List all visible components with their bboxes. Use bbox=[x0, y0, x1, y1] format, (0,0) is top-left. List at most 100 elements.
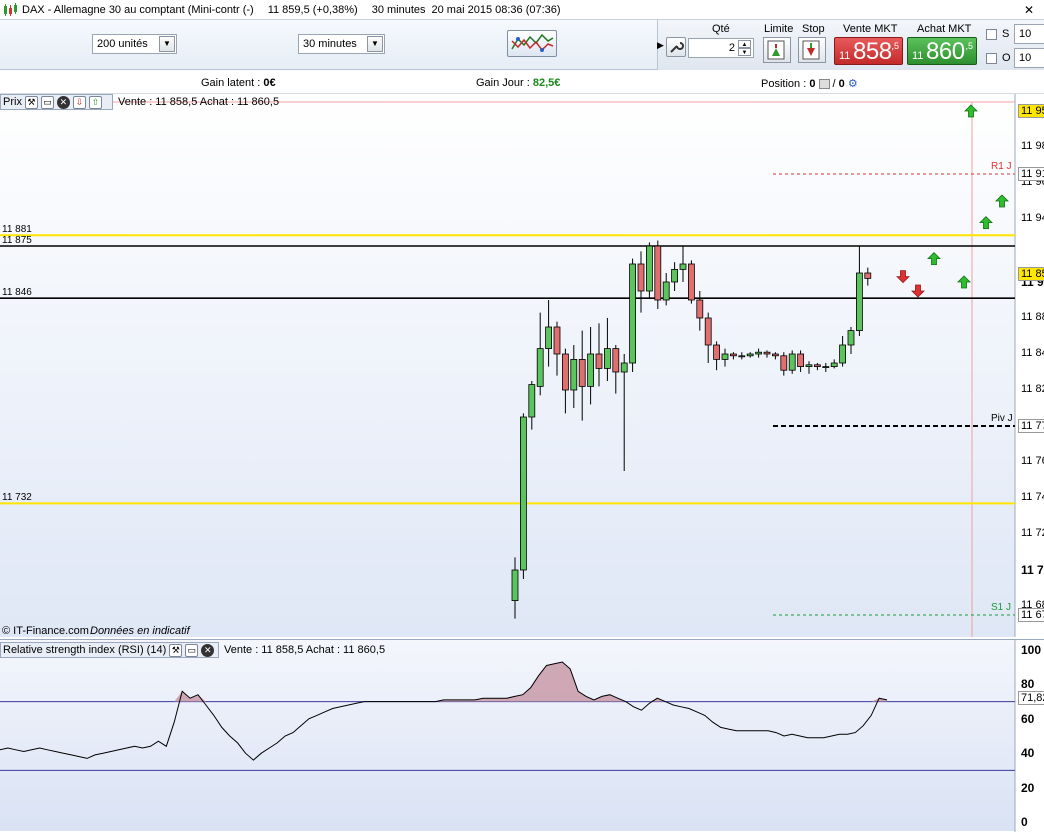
position-value-2: 0 bbox=[838, 78, 845, 90]
rsi-panel-header: Relative strength index (RSI) (14) ⚒ ▭ ✕ bbox=[0, 642, 219, 658]
o-input-value: 10 bbox=[1019, 52, 1032, 64]
chevron-down-icon[interactable]: ▼ bbox=[367, 36, 383, 52]
close-icon[interactable]: ✕ bbox=[201, 643, 215, 657]
settings-gear-icon[interactable]: ⚙ bbox=[848, 78, 858, 90]
close-icon[interactable]: ✕ bbox=[1022, 3, 1036, 17]
candle-body bbox=[587, 353, 594, 387]
interval-select[interactable]: 30 minutes ▼ bbox=[298, 34, 385, 54]
candle-body bbox=[570, 358, 578, 391]
chevron-up-icon[interactable]: ▲ bbox=[738, 40, 751, 48]
price-panel-quote: Vente : 11 858,5 Achat : 11 860,5 bbox=[118, 96, 280, 108]
rsi-chart[interactable]: Relative strength index (RSI) (14) ⚒ ▭ ✕… bbox=[0, 639, 1044, 832]
wrench-icon[interactable]: ⚒ bbox=[24, 95, 38, 109]
s-input[interactable]: 10 bbox=[1014, 24, 1044, 44]
sell-mkt-button[interactable]: 11 858 ,5 bbox=[834, 37, 903, 65]
chevron-down-icon[interactable]: ▼ bbox=[738, 48, 751, 56]
level-label: 11 875 bbox=[2, 235, 32, 246]
chevron-down-icon[interactable]: ▼ bbox=[159, 36, 175, 52]
candle-body bbox=[839, 344, 846, 364]
price-axis-label: 11 88 bbox=[1021, 311, 1044, 323]
candle-body bbox=[528, 384, 536, 418]
stop-label: Stop bbox=[802, 23, 825, 35]
candle-body bbox=[763, 351, 771, 355]
candle-body bbox=[788, 353, 796, 371]
indicator-chart-icon bbox=[511, 33, 554, 52]
rsi-line bbox=[0, 661, 888, 761]
qty-stepper[interactable]: 2 ▲ ▼ bbox=[688, 38, 754, 58]
candle-body bbox=[738, 355, 746, 358]
pivot-label: R1 J bbox=[991, 161, 1012, 172]
price-axis-label: 11 98 bbox=[1021, 140, 1044, 152]
level-label: 11 846 bbox=[2, 287, 32, 299]
buy-price-sup: ,5 bbox=[965, 41, 973, 51]
candle-body bbox=[797, 353, 804, 368]
s-checkbox[interactable] bbox=[986, 29, 997, 40]
price-tag: 11 67 bbox=[1018, 608, 1044, 622]
rsi-axis-label: 60 bbox=[1021, 711, 1035, 726]
price-tag: 11 85 bbox=[1018, 266, 1044, 281]
gain-jour: Gain Jour : 82,5€ bbox=[476, 77, 560, 89]
rsi-overbought-fill bbox=[0, 662, 887, 702]
sell-price-sup: ,5 bbox=[891, 41, 899, 51]
gain-jour-value: 82,5€ bbox=[532, 77, 561, 89]
play-icon[interactable]: ▶ bbox=[657, 40, 664, 51]
footer-brand: © IT-Finance.com bbox=[2, 625, 89, 637]
buy-price-big: 860 bbox=[926, 38, 965, 65]
units-select-value: 200 unités bbox=[97, 38, 148, 50]
position-chart-icon[interactable] bbox=[818, 79, 830, 90]
window-datetime: 20 mai 2015 08:36 (07:36) bbox=[431, 3, 561, 16]
units-select[interactable]: 200 unités ▼ bbox=[92, 34, 177, 54]
limit-order-button[interactable] bbox=[763, 37, 791, 63]
buy-mkt-button[interactable]: 11 860 ,5 bbox=[907, 37, 977, 65]
arrow-down-icon[interactable]: ⇩ bbox=[72, 95, 86, 109]
price-chart-svg[interactable] bbox=[0, 94, 1044, 637]
candle-body bbox=[864, 272, 872, 279]
window-icon[interactable]: ▭ bbox=[40, 95, 54, 109]
o-input[interactable]: 10 bbox=[1014, 48, 1044, 68]
rsi-axis-label: 0 bbox=[1021, 815, 1028, 829]
window-icon[interactable]: ▭ bbox=[185, 643, 199, 657]
arrow-up-icon[interactable]: ⇧ bbox=[88, 95, 102, 109]
candle-body bbox=[553, 326, 561, 355]
candle-body bbox=[637, 263, 645, 292]
wrench-button[interactable] bbox=[666, 37, 686, 57]
qty-label: Qté bbox=[712, 23, 730, 35]
candle-body bbox=[520, 416, 527, 571]
close-icon[interactable]: ✕ bbox=[56, 95, 70, 109]
limit-label: Limite bbox=[764, 23, 794, 35]
rsi-panel-quote: Vente : 11 858,5 Achat : 11 860,5 bbox=[224, 644, 386, 656]
rsi-tag: 71,82 bbox=[1018, 691, 1044, 706]
window-title: DAX - Allemagne 30 au comptant (Mini-con… bbox=[22, 3, 254, 16]
price-tag: 11 91 bbox=[1018, 167, 1044, 181]
candlestick-app-icon bbox=[4, 2, 17, 16]
rsi-chart-svg[interactable] bbox=[0, 640, 1044, 832]
stop-order-button[interactable] bbox=[798, 37, 826, 63]
candle-body bbox=[604, 348, 611, 369]
price-axis-label: 11 82 bbox=[1021, 383, 1044, 395]
candle-body bbox=[805, 364, 813, 367]
o-checkbox[interactable] bbox=[986, 53, 997, 64]
gain-latent-value: 0€ bbox=[263, 77, 276, 89]
candle-body bbox=[746, 353, 754, 357]
wrench-icon bbox=[670, 42, 684, 53]
candle-body bbox=[730, 353, 737, 357]
s-input-value: 10 bbox=[1019, 28, 1032, 40]
price-tag: 11 95 bbox=[1018, 104, 1044, 118]
wrench-icon[interactable]: ⚒ bbox=[169, 643, 183, 657]
price-chart[interactable]: Prix ⚒ ▭ ✕ ⇩ ⇧ Vente : 11 858,5 Achat : … bbox=[0, 94, 1044, 637]
candle-body bbox=[671, 268, 678, 283]
limit-order-icon bbox=[767, 40, 785, 60]
price-axis-label: 11 7 bbox=[1021, 563, 1044, 577]
candle-body bbox=[856, 272, 863, 331]
candle-body bbox=[830, 362, 838, 367]
candle-body bbox=[578, 358, 586, 387]
s-label: S bbox=[1002, 28, 1010, 40]
candle-body bbox=[629, 263, 636, 364]
candle-body bbox=[772, 353, 779, 357]
indicator-chart-button[interactable] bbox=[507, 30, 557, 57]
candle-body bbox=[696, 299, 704, 319]
o-label: O bbox=[1002, 52, 1011, 64]
price-panel-name: Prix bbox=[3, 96, 22, 108]
price-axis-label: 11 72 bbox=[1021, 527, 1044, 539]
candle-body bbox=[704, 317, 712, 346]
